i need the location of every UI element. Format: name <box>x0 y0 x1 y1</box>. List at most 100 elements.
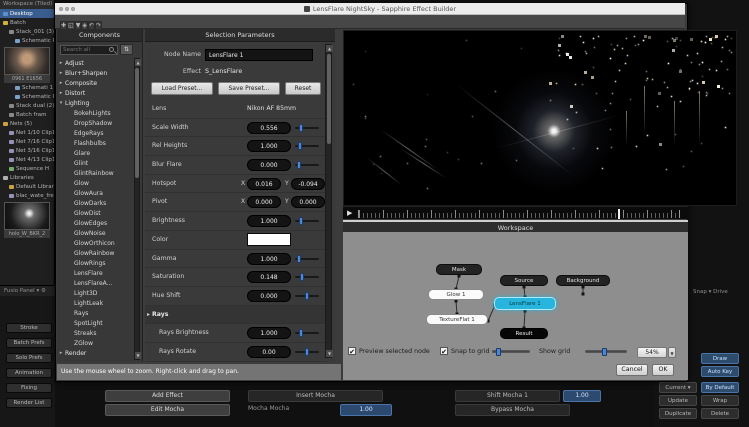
slider-handle[interactable] <box>305 348 309 356</box>
background-button-delete[interactable]: Delete <box>701 408 739 419</box>
scroll-down-icon[interactable]: ▼ <box>326 350 333 357</box>
component-item[interactable]: GlowRainbow <box>57 248 134 258</box>
slider-handle[interactable] <box>299 217 303 225</box>
slider-handle[interactable] <box>297 255 301 263</box>
sidebar-item[interactable]: Net 4/13 Clip1 <box>0 155 54 164</box>
ok-button[interactable]: OK <box>652 364 674 376</box>
parameter-slider[interactable] <box>295 351 319 353</box>
parameter-value[interactable]: 1.000 <box>247 327 291 339</box>
save-preset-button[interactable]: Save Preset... <box>218 82 280 95</box>
background-button-auto-key[interactable]: Auto Key <box>701 366 739 377</box>
grid-size-slider[interactable] <box>492 350 530 353</box>
tool-button-render-list[interactable]: Render List <box>6 398 52 408</box>
node-name-input[interactable] <box>205 49 313 61</box>
background-button-current-[interactable]: Current ▾ <box>659 382 697 393</box>
component-item[interactable]: Glow <box>57 178 134 188</box>
dialog-titlebar[interactable]: LensFlare NightSky - Sapphire Effect Bui… <box>55 3 685 15</box>
background-button-by-default[interactable]: By Default <box>701 382 739 393</box>
component-category[interactable]: ▸Adjust <box>57 58 134 68</box>
sidebar-item[interactable]: Schematic R <box>0 36 54 45</box>
sidebar-item[interactable]: Stack dual (2) <box>0 101 54 110</box>
workspace-node-glow-1[interactable]: Glow 1 <box>428 289 484 300</box>
parameter-value[interactable]: 0.00 <box>247 346 291 358</box>
parameter-value[interactable]: 1.000 <box>247 215 291 227</box>
tool-button-animation[interactable]: Animation <box>6 368 52 378</box>
workspace-node-result[interactable]: Result <box>500 328 548 339</box>
sidebar-item[interactable]: Default Library <box>0 182 54 191</box>
component-item[interactable]: DropShadow <box>57 118 134 128</box>
color-swatch[interactable] <box>247 233 291 246</box>
sidebar-item[interactable]: Libraries <box>0 173 54 182</box>
cancel-button[interactable]: Cancel <box>616 364 648 376</box>
component-item[interactable]: GlowDarks <box>57 198 134 208</box>
snap-to-grid-checkbox[interactable]: ✔ <box>440 347 448 355</box>
sidebar-item[interactable]: Desktop <box>0 9 54 18</box>
component-item[interactable]: LensFlare <box>57 268 134 278</box>
sidebar-item[interactable]: Net 1/10 Clip1 <box>0 128 54 137</box>
parameter-slider[interactable] <box>295 127 319 129</box>
value-field[interactable]: 1.00 <box>563 390 601 402</box>
component-item[interactable]: GlowOrthicon <box>57 238 134 248</box>
background-button-add-effect[interactable]: Add Effect <box>105 390 230 402</box>
window-controls[interactable] <box>59 7 75 11</box>
sidebar-item[interactable]: Batch fram <box>0 110 54 119</box>
parameter-slider[interactable] <box>295 164 319 166</box>
tool-button-fixing[interactable]: Fixing <box>6 383 52 393</box>
component-item[interactable]: GlowDist <box>57 208 134 218</box>
sidebar-item[interactable]: Net 7/16 Clip1 <box>0 137 54 146</box>
parameter-y-value[interactable]: -0.094 <box>291 178 325 190</box>
sidebar-item[interactable]: Net 3/16 Clip1 <box>0 146 54 155</box>
scroll-up-icon[interactable]: ▲ <box>326 45 333 52</box>
background-button-mocha-mocha[interactable]: Mocha Mocha <box>248 404 336 416</box>
component-category[interactable]: ▾Lighting <box>57 98 134 108</box>
component-item[interactable]: Rays <box>57 308 134 318</box>
scroll-up-icon[interactable]: ▲ <box>135 59 141 66</box>
component-item[interactable]: ZGlow <box>57 338 134 348</box>
component-item[interactable]: GlowEdges <box>57 218 134 228</box>
workspace-node-source[interactable]: Source <box>500 275 548 286</box>
component-item[interactable]: GlowAura <box>57 188 134 198</box>
workspace-node-lensflare-1[interactable]: LensFlare 1 <box>494 297 556 310</box>
background-button-shift-mocha-1[interactable]: Shift Mocha 1 <box>455 390 560 402</box>
sidebar-item[interactable]: Schematic R <box>0 92 54 101</box>
component-item[interactable]: LensFlareA... <box>57 278 134 288</box>
slider-handle[interactable] <box>299 329 303 337</box>
playhead[interactable] <box>618 209 620 219</box>
parameter-x-value[interactable]: 0.000 <box>247 196 281 208</box>
parameter-value[interactable]: 0.000 <box>247 290 291 302</box>
play-icon[interactable]: ▶ <box>347 209 352 217</box>
zoom-level-dropdown[interactable]: 54% <box>637 347 667 358</box>
tool-button-solo-prefs[interactable]: Solo Prefs <box>6 353 52 363</box>
component-item[interactable]: EdgeRays <box>57 128 134 138</box>
parameter-slider[interactable] <box>295 145 319 147</box>
parameter-value[interactable]: 0.556 <box>247 122 291 134</box>
components-scrollbar[interactable]: ▲ ▼ <box>134 58 140 360</box>
parameter-slider[interactable] <box>295 258 319 260</box>
gear-icon[interactable]: ⚙ <box>41 288 46 294</box>
tools-panel-tab[interactable]: Fusio Panel ▾ ⚙ <box>0 286 60 296</box>
background-button-update[interactable]: Update <box>659 395 697 406</box>
sidebar-item[interactable]: Stack_001 (3) <box>0 27 54 36</box>
component-item[interactable]: GlowNoise <box>57 228 134 238</box>
component-category[interactable]: ▸Render <box>57 348 134 358</box>
component-item[interactable]: Glare <box>57 148 134 158</box>
component-item[interactable]: Streaks <box>57 328 134 338</box>
background-button-wrap[interactable]: Wrap <box>701 395 739 406</box>
parameter-value[interactable]: 1.000 <box>247 140 291 152</box>
component-item[interactable]: GlintRainbow <box>57 168 134 178</box>
parameter-value[interactable]: 0.148 <box>247 271 291 283</box>
tool-button-batch-prefs[interactable]: Batch Prefs <box>6 338 52 348</box>
slider-handle[interactable] <box>300 273 304 281</box>
workspace-canvas[interactable]: MaskGlow 1TextureFlat 1SourceLensFlare 1… <box>343 232 688 380</box>
parameter-value[interactable]: 1.000 <box>247 253 291 265</box>
background-button-bypass-mocha[interactable]: Bypass Mocha <box>455 404 570 416</box>
parameter-slider[interactable] <box>295 276 319 278</box>
component-category[interactable]: ▸Composite <box>57 78 134 88</box>
parameter-y-value[interactable]: 0.000 <box>291 196 325 208</box>
zoom-slider[interactable] <box>585 350 627 353</box>
parameter-value[interactable]: 0.000 <box>247 159 291 171</box>
parameter-slider[interactable] <box>295 332 319 334</box>
parameters-scrollbar[interactable]: ▲ ▼ <box>325 44 332 358</box>
sidebar-item[interactable]: Nets (5) <box>0 119 54 128</box>
background-button-insert-mocha[interactable]: Insert Mocha <box>248 390 383 402</box>
